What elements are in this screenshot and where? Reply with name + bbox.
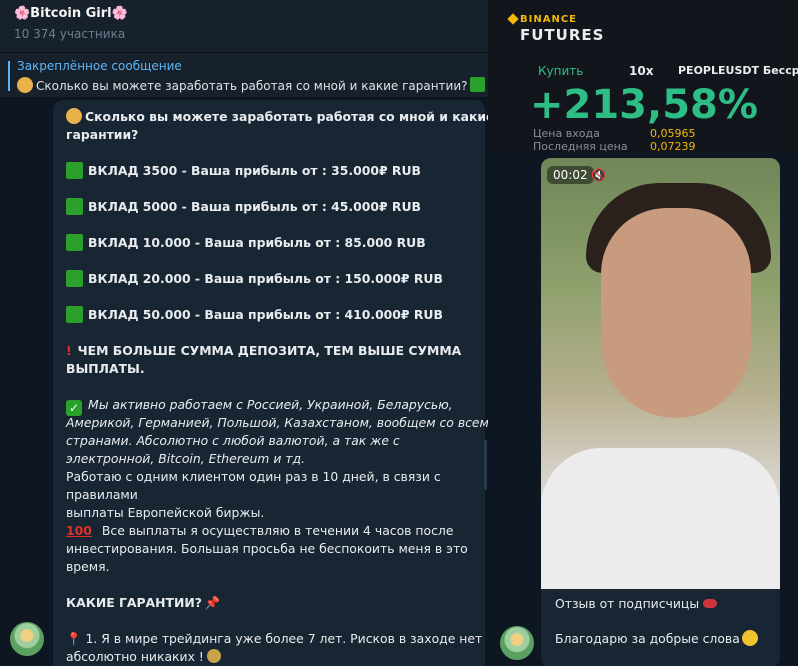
pinned-label: Закреплённое сообщение [17,59,182,73]
payout-line: время. [66,559,110,574]
payout-text: Все выплаты я осуществляю в течении 4 ча… [101,523,454,538]
video-timestamp: 00:02 [547,166,594,184]
pinned-text[interactable]: Сколько вы можете заработать работая со … [17,77,468,93]
entry-price-label: Цена входа [533,127,600,140]
channel-title[interactable]: 🌸Bitcoin Girl🌸 [14,6,128,21]
green-square-icon [66,198,83,215]
pushpin-icon: 📌 [204,595,221,610]
woman-emoji-icon [17,77,33,93]
binance-logo-text: BINANCE [520,14,577,25]
message-title-line: Сколько вы можете заработать работая со … [85,109,488,124]
caption-text: Отзыв от подписчицы [555,596,700,611]
pinned-text-content: Сколько вы можете заработать работая со … [36,79,468,93]
last-price-label: Последняя цена [533,140,628,153]
video-caption: Благодарю за добрые слова [555,630,758,646]
avatar[interactable] [10,622,44,656]
media-pane: BINANCE FUTURES Купить 10x PEOPLEUSDT Бе… [488,0,798,666]
hundred-icon: 100 [66,523,92,538]
deposit-text: ВКЛАД 3500 - Ваша прибыль от : 35.000₽ R… [88,163,421,178]
pnl-percent: +213,58% [530,82,758,128]
green-square-icon [66,270,83,287]
guarantee-text: 1. Я в мире трейдинга уже более 7 лет. Р… [85,631,483,646]
italic-line: электронной, Bitcoin, Ethereum и тд. [66,451,306,466]
binance-logo-icon [507,13,519,25]
woman-emoji-icon [66,108,82,124]
last-price-value: 0,07239 [650,140,696,153]
italic-text: Мы активно работаем с Россией, Украиной,… [88,397,453,412]
video-face [601,208,751,418]
deposit-line: ВКЛАД 10.000 - Ваша прибыль от : 85.000 … [66,234,426,252]
video-caption: Отзыв от подписчицы [555,596,718,611]
deposit-line: ВКЛАД 50.000 - Ваша прибыль от : 410.000… [66,306,443,324]
italic-line: Америкой, Германией, Польшой, Казахстано… [66,415,488,430]
scrollbar[interactable] [484,440,487,490]
italic-line: странами. Абсолютно с любой валютой, а т… [66,433,400,448]
exclamation-icon: ! [66,343,72,358]
pinned-message-bar[interactable]: Закреплённое сообщение Сколько вы можете… [0,52,488,97]
warning-text: ЧЕМ БОЛЬШЕ СУММА ДЕПОЗИТА, ТЕМ ВЫШЕ СУММ… [77,343,462,358]
round-pushpin-icon: 📍 [66,631,82,646]
pinned-accent-bar [8,61,10,91]
payout-line: 100 Все выплаты я осуществляю в течении 4… [66,522,453,540]
trading-pair: PEOPLEUSDT Бессро [678,64,798,77]
chat-header[interactable]: 🌸Bitcoin Girl🌸 10 374 участника [0,0,488,52]
mute-icon[interactable]: 🔇 [591,168,606,182]
binance-screenshot[interactable]: BINANCE FUTURES Купить 10x PEOPLEUSDT Бе… [488,0,798,153]
green-square-icon [470,77,485,92]
avatar[interactable] [500,626,534,660]
deposit-line: ВКЛАД 5000 - Ваша прибыль от : 45.000₽ R… [66,198,421,216]
video-message-bubble: 00:02 🔇 Отзыв от подписчицы Благодарю за… [541,158,780,666]
deposit-line: ВКЛАД 20.000 - Ваша прибыль от : 150.000… [66,270,443,288]
guarantees-header: КАКИЕ ГАРАНТИИ? 📌 [66,594,220,612]
plain-line: Работаю с одним клиентом один раз в 10 д… [66,469,441,484]
warning-line: ! ЧЕМ БОЛЬШЕ СУММА ДЕПОЗИТА, ТЕМ ВЫШЕ СУМ… [66,342,461,360]
deposit-text: ВКЛАД 5000 - Ваша прибыль от : 45.000₽ R… [88,199,421,214]
plain-line: выплаты Европейской биржы. [66,505,265,520]
chat-pane: 🌸Bitcoin Girl🌸 10 374 участника Закреплё… [0,0,488,666]
green-square-icon [66,234,83,251]
kiss-icon [703,599,718,608]
green-square-icon [66,306,83,323]
message-title: Сколько вы можете заработать работая со … [66,108,488,126]
guarantees-header-text: КАКИЕ ГАРАНТИИ? [66,595,202,610]
deposit-line: ВКЛАД 3500 - Ваша прибыль от : 35.000₽ R… [66,162,421,180]
member-count: 10 374 участника [14,27,126,41]
deposit-text: ВКЛАД 50.000 - Ваша прибыль от : 410.000… [88,307,443,322]
guarantee-text: абсолютно никаких ! [66,649,204,664]
deposit-text: ВКЛАД 10.000 - Ваша прибыль от : 85.000 … [88,235,426,250]
warning-line-cont: ВЫПЛАТЫ. [66,361,145,376]
video-player[interactable]: 00:02 🔇 [541,158,780,589]
trade-side: Купить [538,64,584,78]
futures-label: FUTURES [520,26,605,44]
heart-eyes-icon [741,630,758,646]
guarantee-line: 📍 1. Я в мире трейдинга уже более 7 лет. … [66,630,482,648]
deposit-text: ВКЛАД 20.000 - Ваша прибыль от : 150.000… [88,271,443,286]
video-shirt [541,448,780,589]
entry-price-value: 0,05965 [650,127,696,140]
italic-line: ✓ Мы активно работаем с Россией, Украиной… [66,396,453,416]
message-bubble [53,100,485,666]
leverage: 10x [629,64,654,78]
plain-line: правилами [66,487,138,502]
payout-line: инвестирования. Большая просьба не беспо… [66,541,468,556]
guarantee-line: абсолютно никаких ! [66,648,221,666]
money-bag-icon [206,649,221,663]
message-title-cont: гарантии? [66,127,139,142]
caption-text: Благодарю за добрые слова [555,631,740,646]
green-square-icon [66,162,83,179]
